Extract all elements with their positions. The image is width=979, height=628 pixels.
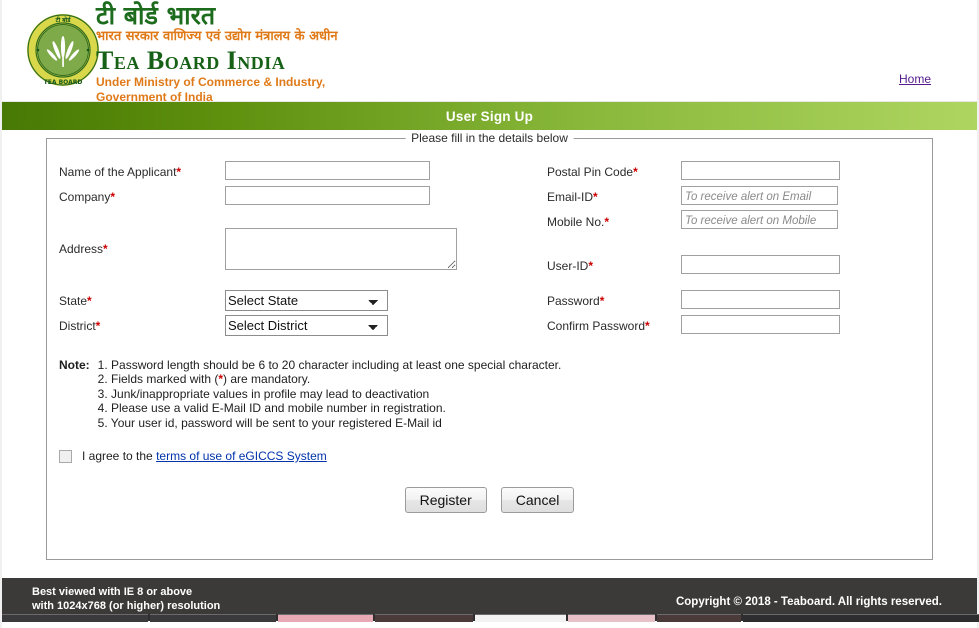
note-item-text: 2. Fields marked with (*) are mandatory. bbox=[97, 372, 311, 387]
postal-pin-input[interactable] bbox=[681, 161, 840, 180]
footer-copyright: Copyright © 2018 - Teaboard. All rights … bbox=[675, 596, 942, 608]
signup-form: Please fill in the details below Name of… bbox=[46, 131, 933, 560]
page-title-banner: User Sign Up bbox=[2, 102, 977, 130]
mobile-input[interactable] bbox=[681, 210, 838, 229]
page-title: User Sign Up bbox=[445, 108, 534, 124]
district-label: District* bbox=[59, 319, 100, 333]
name-label: Name of the Applicant* bbox=[59, 165, 181, 179]
district-select[interactable]: Select District bbox=[225, 315, 388, 336]
address-label: Address* bbox=[59, 242, 108, 256]
tea-board-logo-icon: टी बोर्ड TEA BOARD bbox=[26, 13, 100, 87]
brand-block: टी बोर्ड भारत भारत सरकार वाणिज्य एवं उद्… bbox=[96, 2, 338, 105]
terms-agree-checkbox[interactable] bbox=[59, 449, 72, 463]
form-actions: Register Cancel bbox=[47, 487, 932, 513]
home-link[interactable]: Home bbox=[899, 72, 931, 86]
password-label: Password* bbox=[547, 294, 604, 308]
state-label-text: State bbox=[59, 294, 88, 308]
password-input[interactable] bbox=[681, 290, 840, 309]
notes-block: Note: 1. Password length should be 6 to … bbox=[59, 358, 561, 430]
footer-browser-note-line2: with 1024x768 (or higher) resolution bbox=[32, 600, 221, 612]
postal-pin-label: Postal Pin Code* bbox=[547, 165, 638, 179]
footer-browser-note: Best viewed with IE 8 or above with 1024… bbox=[32, 585, 220, 613]
postal-pin-label-text: Postal Pin Code bbox=[547, 165, 634, 179]
state-select[interactable]: Select State bbox=[225, 290, 388, 311]
district-label-text: District bbox=[59, 319, 96, 333]
brand-hindi-subtitle: भारत सरकार वाणिज्य एवं उद्योग मंत्रालय क… bbox=[96, 29, 338, 44]
required-marker: * bbox=[103, 242, 108, 256]
brand-english-subtitle-line2: Government of India bbox=[96, 89, 213, 104]
mobile-label-text: Mobile No. bbox=[547, 215, 605, 229]
brand-hindi-title: टी बोर्ड भारत bbox=[96, 1, 216, 30]
required-marker: * bbox=[645, 319, 650, 333]
user-id-input[interactable] bbox=[681, 255, 840, 274]
required-marker: * bbox=[176, 165, 182, 179]
password-label-text: Password bbox=[547, 294, 600, 308]
required-marker: * bbox=[110, 190, 116, 204]
taskbar-tile[interactable] bbox=[567, 614, 655, 622]
taskbar-tile[interactable] bbox=[278, 614, 373, 622]
terms-agree-text: I agree to the terms of use of eGICCS Sy… bbox=[82, 449, 327, 463]
note-item: 2. Fields marked with (*) are mandatory. bbox=[98, 372, 562, 386]
name-label-text: Name of the Applicant bbox=[59, 165, 177, 179]
required-marker: * bbox=[588, 259, 594, 273]
address-textarea[interactable] bbox=[225, 228, 457, 270]
page-root: टी बोर्ड TEA BOARD टी बोर्ड भारत भारत सर… bbox=[0, 0, 979, 628]
footer-browser-note-line1: Best viewed with IE 8 or above bbox=[32, 586, 193, 598]
company-input[interactable] bbox=[225, 186, 430, 205]
form-legend: Please fill in the details below bbox=[405, 131, 574, 145]
cancel-button[interactable]: Cancel bbox=[500, 487, 575, 513]
taskbar-tile[interactable] bbox=[149, 614, 277, 622]
required-marker: * bbox=[593, 190, 598, 204]
confirm-password-label: Confirm Password* bbox=[547, 319, 650, 333]
email-label: Email-ID* bbox=[547, 190, 598, 204]
content-area: Please fill in the details below Name of… bbox=[2, 130, 977, 578]
state-label: State* bbox=[59, 294, 92, 308]
terms-of-use-link[interactable]: terms of use of eGICCS System bbox=[156, 449, 327, 463]
company-label-text: Company bbox=[59, 190, 111, 204]
terms-agree-prefix: I agree to the bbox=[82, 449, 153, 463]
required-marker: * bbox=[604, 215, 610, 229]
notes-list: 1. Password length should be 6 to 20 cha… bbox=[98, 358, 562, 430]
note-item: 1. Password length should be 6 to 20 cha… bbox=[97, 358, 562, 372]
note-item: 4. Please use a valid E-Mail ID and mobi… bbox=[97, 401, 446, 416]
email-label-text: Email-ID bbox=[547, 190, 594, 204]
required-marker: * bbox=[95, 319, 101, 333]
taskbar-tile[interactable] bbox=[374, 614, 474, 622]
required-marker: * bbox=[87, 294, 92, 308]
note-item: 3. Junk/inappropriate values in profile … bbox=[97, 386, 430, 401]
terms-agreement-row: I agree to the terms of use of eGICCS Sy… bbox=[59, 449, 327, 463]
taskbar-tile[interactable] bbox=[2, 614, 148, 622]
email-input[interactable] bbox=[681, 186, 838, 205]
required-marker: * bbox=[633, 165, 638, 179]
os-taskbar-sliver[interactable] bbox=[2, 614, 979, 622]
brand-english-title: Tea Board India bbox=[96, 46, 286, 76]
notes-label: Note: bbox=[59, 358, 90, 372]
brand-english-subtitle-line1: Under Ministry of Commerce & Industry, bbox=[96, 74, 326, 89]
confirm-password-input[interactable] bbox=[681, 315, 840, 334]
address-label-text: Address bbox=[59, 242, 104, 256]
mobile-label: Mobile No.* bbox=[547, 215, 609, 229]
site-header: टी बोर्ड TEA BOARD टी बोर्ड भारत भारत सर… bbox=[2, 0, 977, 105]
register-button[interactable]: Register bbox=[404, 487, 487, 513]
required-marker: * bbox=[599, 294, 605, 308]
taskbar-tile[interactable] bbox=[475, 614, 566, 622]
site-footer: Best viewed with IE 8 or above with 1024… bbox=[2, 578, 979, 622]
user-id-label-text: User-ID bbox=[547, 259, 589, 273]
taskbar-tile[interactable] bbox=[656, 614, 742, 622]
svg-text:टी बोर्ड: टी बोर्ड bbox=[55, 16, 72, 24]
user-id-label: User-ID* bbox=[547, 259, 593, 273]
name-input[interactable] bbox=[225, 161, 430, 180]
taskbar-tile[interactable] bbox=[743, 614, 979, 622]
confirm-password-label-text: Confirm Password bbox=[547, 319, 646, 333]
svg-text:TEA BOARD: TEA BOARD bbox=[44, 79, 83, 86]
note-item: 5. Your user id, password will be sent t… bbox=[97, 415, 442, 430]
company-label: Company* bbox=[59, 190, 115, 204]
